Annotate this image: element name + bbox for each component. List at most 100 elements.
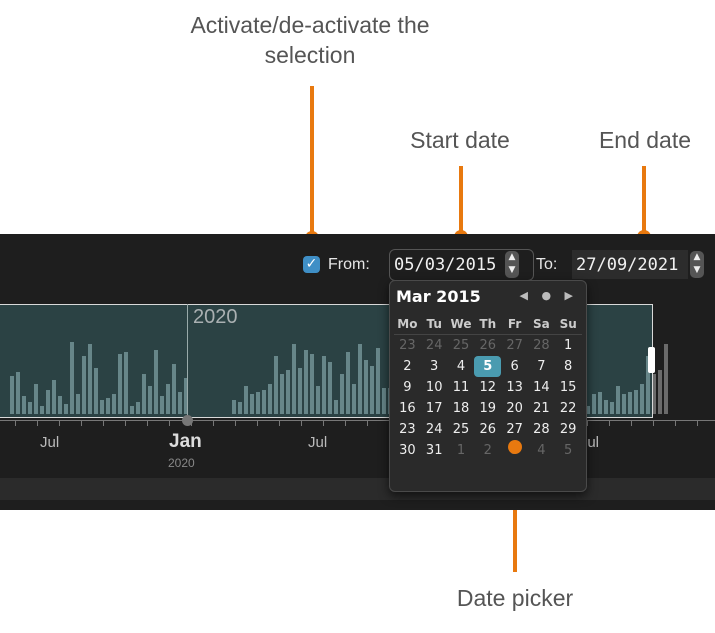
- stepper-down-icon[interactable]: ▼: [694, 265, 701, 275]
- year-marker: [187, 304, 188, 416]
- picker-day[interactable]: 20: [501, 398, 528, 419]
- picker-day[interactable]: 16: [394, 398, 421, 419]
- annotation-end: End date: [598, 127, 692, 153]
- axis-tick: [37, 420, 38, 426]
- picker-day[interactable]: 31: [421, 440, 448, 461]
- picker-day[interactable]: 8: [555, 356, 582, 377]
- axis-tick: [235, 420, 236, 426]
- picker-day[interactable]: 4: [528, 440, 555, 461]
- picker-day[interactable]: 27: [501, 335, 528, 356]
- picker-day[interactable]: 25: [448, 335, 475, 356]
- weekday-fr: Fr: [501, 314, 528, 335]
- start-date-stepper[interactable]: ▲ ▼: [505, 251, 519, 278]
- weekday-tu: Tu: [420, 314, 448, 335]
- picker-day[interactable]: 21: [528, 398, 555, 419]
- picker-day[interactable]: 5: [555, 440, 582, 461]
- picker-day-selected[interactable]: 5: [474, 356, 502, 377]
- leader-end: [642, 166, 646, 236]
- annotation-picker: Date picker: [456, 585, 574, 611]
- picker-day[interactable]: 28: [528, 335, 555, 356]
- picker-day[interactable]: 30: [394, 440, 421, 461]
- picker-day[interactable]: 1: [448, 440, 475, 461]
- picker-day[interactable]: 19: [474, 398, 501, 419]
- axis-tick: [697, 420, 698, 426]
- picker-day[interactable]: 23: [394, 335, 421, 356]
- axis-tick: [169, 420, 170, 426]
- timeline-panel: 2020 Jul Jan 2020 Jul Jul ✓ From: 05/03/…: [0, 234, 715, 510]
- picker-month-label: Mar 2015: [396, 287, 481, 306]
- axis-tick: [345, 420, 346, 426]
- picker-day[interactable]: 1: [555, 335, 582, 356]
- axis-tick: [103, 420, 104, 426]
- picker-week-row: 23 24 25 26 27 28 1: [394, 335, 582, 356]
- axis-tick: [213, 420, 214, 426]
- axis-tick: [323, 420, 324, 426]
- picker-day[interactable]: 28: [528, 419, 555, 440]
- axis-tick: [125, 420, 126, 426]
- picker-nav-buttons[interactable]: ◀ ● ▶: [519, 289, 578, 302]
- histogram-bar: [664, 344, 668, 414]
- date-picker[interactable]: Mar 2015 ◀ ● ▶ Mo Tu We Th Fr Sa Su 23 24 25 26 27 2…: [389, 280, 587, 492]
- picker-day[interactable]: 6: [501, 356, 528, 377]
- picker-day[interactable]: 13: [501, 377, 528, 398]
- picker-week-row: 303112345: [394, 440, 582, 461]
- checkmark-icon: ✓: [305, 256, 318, 272]
- stepper-up-icon[interactable]: ▲: [509, 252, 516, 262]
- picker-day[interactable]: 29: [555, 419, 582, 440]
- picker-day[interactable]: 12: [474, 377, 501, 398]
- axis-label-jul-2: Jul: [308, 434, 328, 451]
- picker-day[interactable]: 23: [394, 419, 421, 440]
- axis-tick: [653, 420, 654, 426]
- weekday-we: We: [447, 314, 475, 335]
- picker-day[interactable]: 3: [421, 356, 448, 377]
- picker-day[interactable]: 4: [448, 356, 475, 377]
- picker-day[interactable]: 14: [528, 377, 555, 398]
- axis-tick: [257, 420, 258, 426]
- picker-week-row: 16 17 18 19 20 21 22: [394, 398, 582, 419]
- picker-day[interactable]: 27: [501, 419, 528, 440]
- axis-tick: [279, 420, 280, 426]
- axis-tick: [81, 420, 82, 426]
- axis-tick: [631, 420, 632, 426]
- stepper-up-icon[interactable]: ▲: [694, 252, 701, 262]
- from-label: From:: [328, 256, 370, 273]
- axis-label-jan: Jan: [169, 431, 202, 452]
- picker-day[interactable]: 11: [448, 377, 475, 398]
- picker-day[interactable]: 7: [528, 356, 555, 377]
- picker-day[interactable]: 22: [555, 398, 582, 419]
- axis-label-jul-1: Jul: [40, 434, 60, 451]
- stepper-down-icon[interactable]: ▼: [509, 265, 516, 275]
- axis-current-marker[interactable]: [182, 415, 193, 426]
- axis-tick: [15, 420, 16, 426]
- picker-day[interactable]: 2: [394, 356, 421, 377]
- axis-tick: [675, 420, 676, 426]
- leader-dot-picker: [508, 440, 522, 454]
- picker-day[interactable]: 9: [394, 377, 421, 398]
- end-date-stepper[interactable]: ▲ ▼: [690, 251, 704, 278]
- picker-day[interactable]: 18: [448, 398, 475, 419]
- selection-year-label: 2020: [193, 306, 238, 328]
- weekday-th: Th: [474, 314, 502, 335]
- annotation-toggle: Activate/de-activate the selection: [190, 12, 430, 68]
- picker-day[interactable]: 26: [474, 419, 501, 440]
- picker-day[interactable]: 17: [421, 398, 448, 419]
- picker-day[interactable]: 2: [474, 440, 501, 461]
- selection-end-handle[interactable]: [648, 347, 655, 373]
- picker-weekday-row: Mo Tu We Th Fr Sa Su: [394, 314, 582, 335]
- picker-day[interactable]: 10: [421, 377, 448, 398]
- overview-track[interactable]: [0, 478, 715, 500]
- axis-tick: [587, 420, 588, 426]
- leader-toggle: [310, 86, 314, 236]
- picker-day[interactable]: 24: [421, 335, 448, 356]
- to-label: To:: [536, 256, 558, 273]
- picker-day[interactable]: 24: [421, 419, 448, 440]
- annotation-start: Start date: [410, 127, 510, 153]
- axis-tick: [147, 420, 148, 426]
- picker-day[interactable]: 15: [555, 377, 582, 398]
- picker-day[interactable]: 26: [474, 335, 501, 356]
- end-date-field[interactable]: 27/09/2021: [572, 250, 688, 279]
- selection-toggle-checkbox[interactable]: ✓: [303, 256, 320, 273]
- axis-tick: [301, 420, 302, 426]
- histogram-bar: [658, 370, 662, 414]
- picker-day[interactable]: 25: [448, 419, 475, 440]
